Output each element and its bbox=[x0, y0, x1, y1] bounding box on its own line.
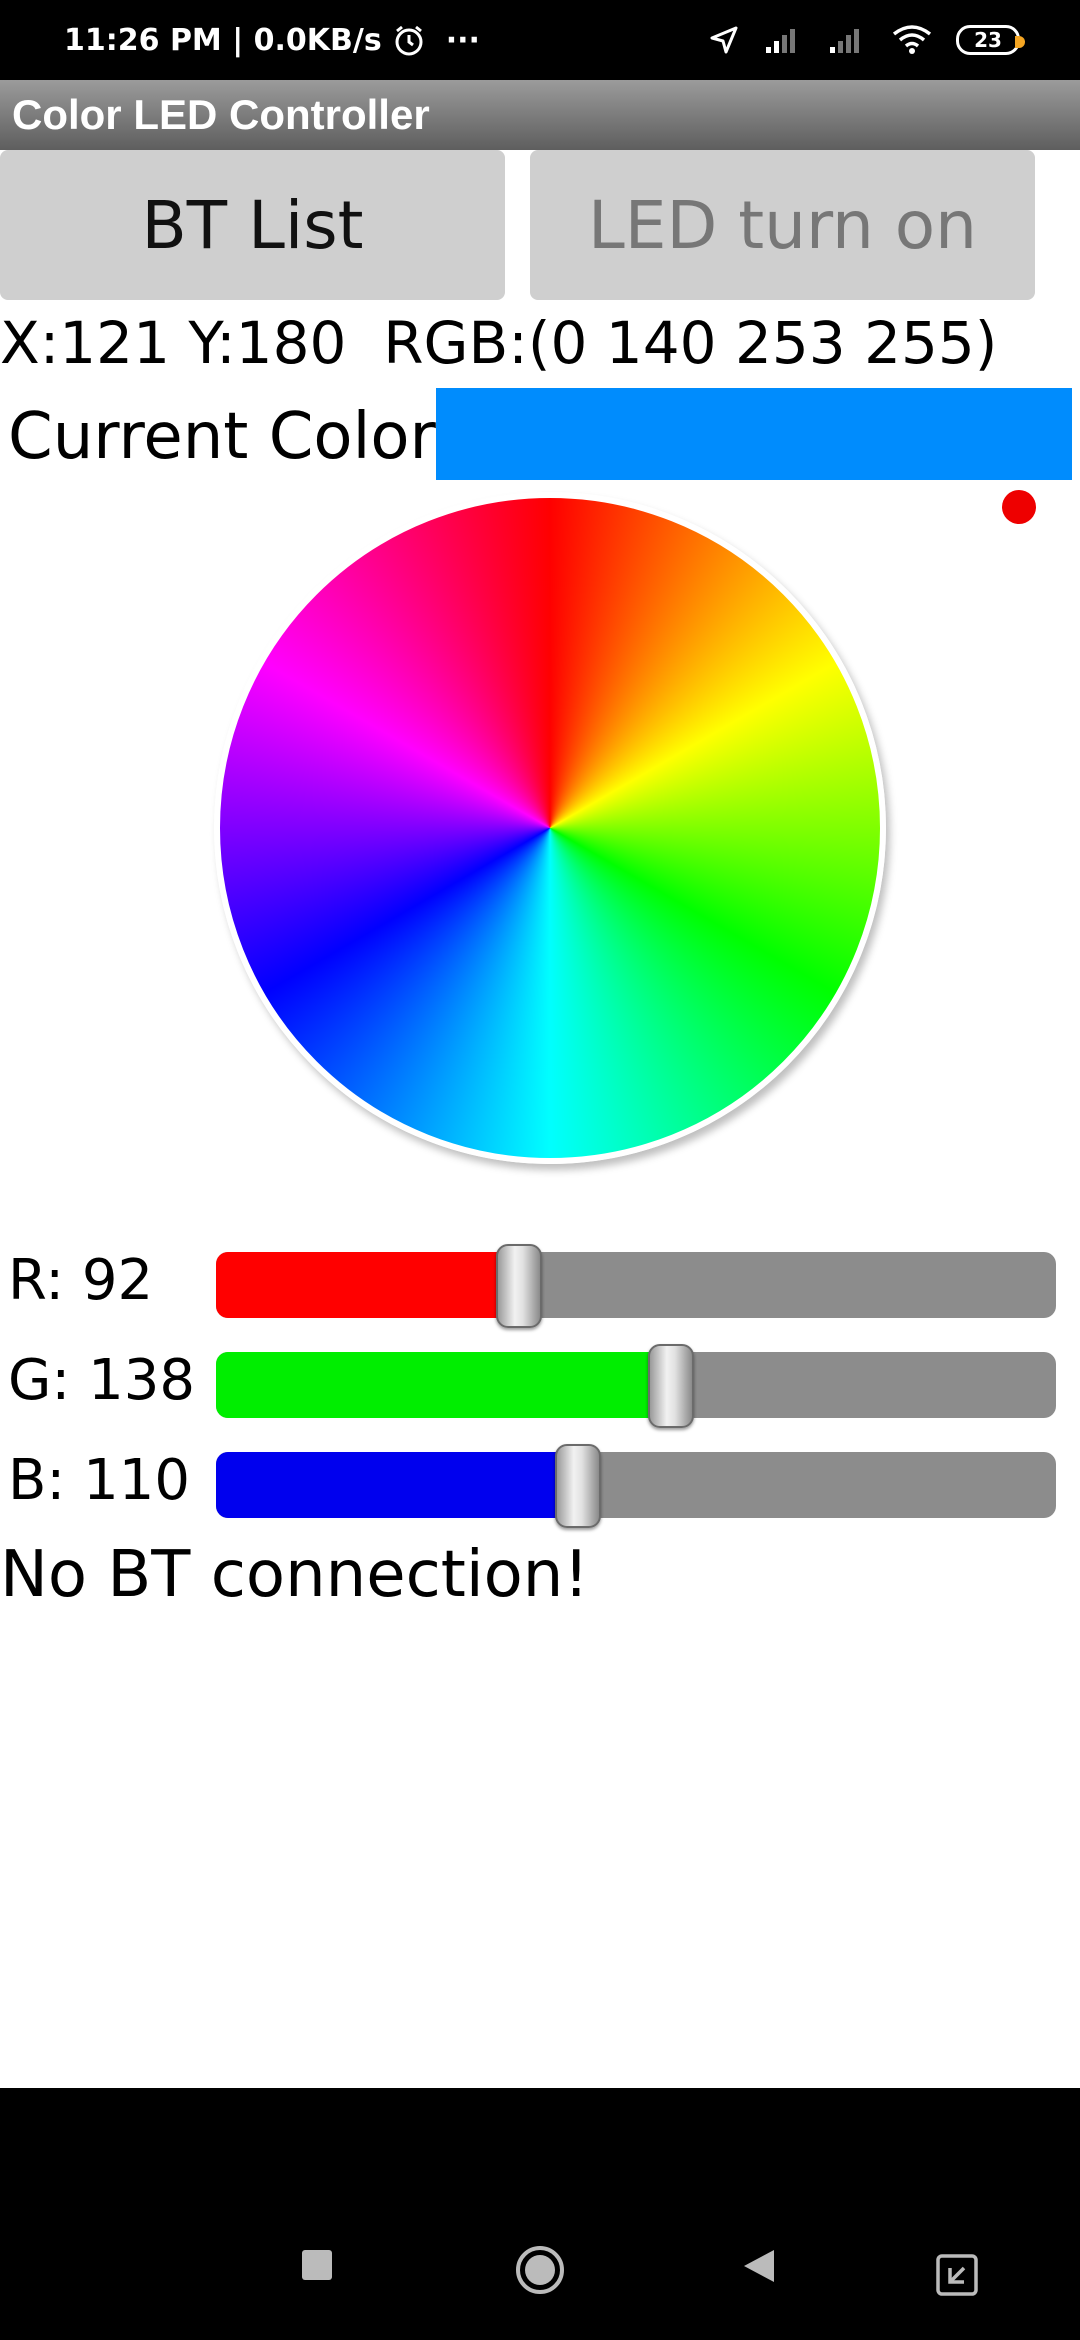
green-slider[interactable] bbox=[216, 1344, 1056, 1428]
status-bar: 11:26 PM | 0.0KB/s ··· 23 bbox=[0, 0, 1080, 80]
coordinate-rgb-readout: X:121 Y:180 RGB:(0 140 253 255) bbox=[0, 308, 998, 377]
wifi-icon bbox=[892, 25, 932, 54]
status-left: 11:26 PM | 0.0KB/s ··· bbox=[64, 0, 480, 80]
blue-slider[interactable] bbox=[216, 1444, 1056, 1528]
indicator-dot bbox=[1002, 490, 1036, 524]
red-slider-thumb[interactable] bbox=[496, 1244, 543, 1328]
more-notifications-icon: ··· bbox=[445, 22, 480, 58]
blue-slider-fill bbox=[216, 1452, 579, 1518]
app-title: Color LED Controller bbox=[12, 91, 430, 138]
bt-list-button[interactable]: BT List bbox=[0, 150, 505, 300]
signal-icon bbox=[766, 29, 795, 53]
app-bar: Color LED Controller bbox=[0, 80, 1080, 150]
green-slider-thumb[interactable] bbox=[647, 1344, 694, 1428]
status-right: 23 bbox=[708, 0, 1025, 80]
battery-cap bbox=[1015, 36, 1025, 48]
battery-icon: 23 bbox=[956, 25, 1025, 55]
location-icon bbox=[710, 26, 738, 54]
back-icon[interactable] bbox=[742, 2248, 776, 2284]
screenshot-icon[interactable] bbox=[936, 2254, 978, 2296]
current-color-label: Current Color: bbox=[8, 400, 457, 474]
color-wheel[interactable] bbox=[214, 492, 886, 1164]
red-slider-fill bbox=[216, 1252, 520, 1318]
connection-status-text: No BT connection! bbox=[0, 1538, 589, 1612]
alarm-icon bbox=[395, 25, 423, 56]
red-slider[interactable] bbox=[216, 1244, 1056, 1328]
slider-row-green: G: 138 bbox=[0, 1340, 1080, 1428]
slider-row-blue: B: 110 bbox=[0, 1440, 1080, 1528]
led-turn-on-button[interactable]: LED turn on bbox=[530, 150, 1035, 300]
blue-slider-thumb[interactable] bbox=[555, 1444, 602, 1528]
green-slider-label: G: 138 bbox=[8, 1347, 195, 1413]
blue-slider-label: B: 110 bbox=[8, 1447, 190, 1513]
slider-row-red: R: 92 bbox=[0, 1240, 1080, 1328]
green-slider-fill bbox=[216, 1352, 671, 1418]
status-time: 11:26 PM | 0.0KB/s bbox=[64, 22, 382, 58]
recents-icon[interactable] bbox=[300, 2248, 334, 2282]
battery-level: 23 bbox=[974, 28, 1002, 52]
navigation-bar bbox=[0, 2088, 1080, 2340]
color-wheel-container bbox=[210, 488, 900, 1178]
current-color-swatch bbox=[436, 388, 1072, 480]
signal-icon-2 bbox=[830, 29, 859, 53]
red-slider-label: R: 92 bbox=[8, 1247, 154, 1313]
home-icon[interactable] bbox=[514, 2244, 566, 2296]
